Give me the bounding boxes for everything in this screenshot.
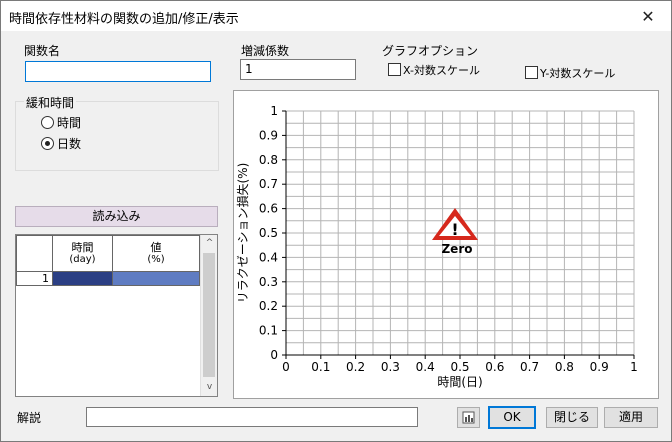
x-tick-label: 0 bbox=[282, 360, 290, 374]
coefficient-input[interactable]: 1 bbox=[240, 59, 356, 80]
x-tick-label: 0.5 bbox=[450, 360, 469, 374]
table-header-time-unit: (day) bbox=[69, 253, 96, 265]
table-cell-time[interactable] bbox=[52, 271, 113, 286]
dialog-window: 時間依存性材料の関数の追加/修正/表示 ✕ 関数名 増減係数 1 グラフオプショ… bbox=[0, 0, 672, 442]
table-scrollbar[interactable]: ^ v bbox=[200, 235, 217, 396]
x-tick-label: 0.6 bbox=[485, 360, 504, 374]
zero-label: Zero bbox=[441, 242, 472, 256]
x-tick-label: 0.4 bbox=[416, 360, 435, 374]
radio-hours-label: 時間 bbox=[57, 116, 82, 130]
scroll-down-icon[interactable]: v bbox=[201, 379, 218, 396]
table-cell-value[interactable] bbox=[112, 271, 200, 286]
load-button[interactable]: 読み込み bbox=[15, 206, 218, 227]
close-button[interactable]: 閉じる bbox=[546, 407, 598, 428]
y-tick-label: 0.2 bbox=[259, 299, 278, 313]
radio-days-icon[interactable] bbox=[41, 137, 54, 150]
y-log-checkbox[interactable]: Y-対数スケール bbox=[525, 65, 615, 81]
chart-view-button[interactable] bbox=[457, 407, 480, 428]
y-tick-label: 1 bbox=[270, 104, 278, 118]
chart-panel: 0 0.1 0.2 0.3 0.4 0.5 0.6 0.7 0.8 0.9 1 0 0.1 0.2 0.3 0… bbox=[233, 90, 659, 399]
title-bar: 時間依存性材料の関数の追加/修正/表示 ✕ bbox=[1, 1, 671, 31]
coefficient-label: 増減係数 bbox=[241, 44, 290, 58]
x-log-checkbox[interactable]: X-対数スケール bbox=[388, 62, 480, 78]
y-axis-label: リラクゼーション損失(%) bbox=[235, 163, 250, 304]
chart-svg: 0 0.1 0.2 0.3 0.4 0.5 0.6 0.7 0.8 0.9 1 0 0.1 0.2 0.3 0… bbox=[235, 104, 638, 389]
radio-days[interactable]: 日数 bbox=[41, 135, 81, 152]
y-tick-label: 0.6 bbox=[259, 202, 278, 216]
table-corner bbox=[16, 235, 53, 272]
table-header-value[interactable]: 値 (%) bbox=[112, 235, 200, 272]
x-tick-label: 0.2 bbox=[346, 360, 365, 374]
chart-icon bbox=[462, 411, 475, 424]
description-label: 解説 bbox=[17, 411, 42, 425]
scroll-thumb[interactable] bbox=[203, 253, 215, 377]
table-row[interactable]: 1 bbox=[16, 271, 200, 286]
x-tick-label: 0.3 bbox=[381, 360, 400, 374]
y-tick-label: 0.9 bbox=[259, 128, 278, 142]
x-log-check-icon[interactable] bbox=[388, 63, 401, 76]
data-table: 時間 (day) 値 (%) 1 ^ v bbox=[15, 234, 218, 397]
y-tick-label: 0.1 bbox=[259, 324, 278, 338]
table-header-value-unit: (%) bbox=[147, 253, 165, 265]
y-tick-label: 0 bbox=[270, 348, 278, 362]
x-tick-label: 0.8 bbox=[555, 360, 574, 374]
y-tick-label: 0.8 bbox=[259, 153, 278, 167]
relaxation-label: 緩和時間 bbox=[24, 94, 77, 111]
radio-days-label: 日数 bbox=[57, 137, 82, 151]
table-header-value-label: 値 bbox=[150, 240, 162, 254]
function-name-input[interactable] bbox=[25, 61, 211, 82]
close-icon[interactable]: ✕ bbox=[625, 1, 671, 31]
radio-hours[interactable]: 時間 bbox=[41, 114, 81, 131]
scroll-up-icon[interactable]: ^ bbox=[201, 235, 218, 252]
data-table-grid: 時間 (day) 値 (%) 1 bbox=[16, 235, 200, 286]
graph-options-label: グラフオプション bbox=[382, 44, 479, 58]
x-axis-label: 時間(日) bbox=[437, 375, 482, 389]
x-tick-label: 0.7 bbox=[520, 360, 539, 374]
table-header-row: 時間 (day) 値 (%) bbox=[16, 235, 200, 272]
warning-exclamation: ! bbox=[451, 220, 458, 239]
y-tick-label: 0.7 bbox=[259, 177, 278, 191]
y-log-label: Y-対数スケール bbox=[540, 67, 616, 80]
x-tick-label: 0.9 bbox=[590, 360, 609, 374]
radio-hours-icon[interactable] bbox=[41, 116, 54, 129]
table-header-time[interactable]: 時間 (day) bbox=[52, 235, 113, 272]
y-log-check-icon[interactable] bbox=[525, 66, 538, 79]
description-input[interactable] bbox=[86, 407, 418, 427]
apply-button[interactable]: 適用 bbox=[604, 407, 658, 428]
function-name-label: 関数名 bbox=[24, 44, 61, 58]
x-tick-label: 0.1 bbox=[311, 360, 330, 374]
y-tick-label: 0.4 bbox=[259, 250, 278, 264]
table-header-time-label: 時間 bbox=[71, 240, 94, 254]
y-tick-label: 0.5 bbox=[259, 226, 278, 240]
x-log-label: X-対数スケール bbox=[403, 64, 480, 77]
window-title: 時間依存性材料の関数の追加/修正/表示 bbox=[9, 12, 239, 27]
zero-warning: ! Zero bbox=[432, 208, 478, 256]
table-row-index: 1 bbox=[16, 271, 53, 286]
x-tick-label: 1 bbox=[630, 360, 638, 374]
ok-button[interactable]: OK bbox=[488, 406, 536, 429]
y-tick-label: 0.3 bbox=[259, 275, 278, 289]
